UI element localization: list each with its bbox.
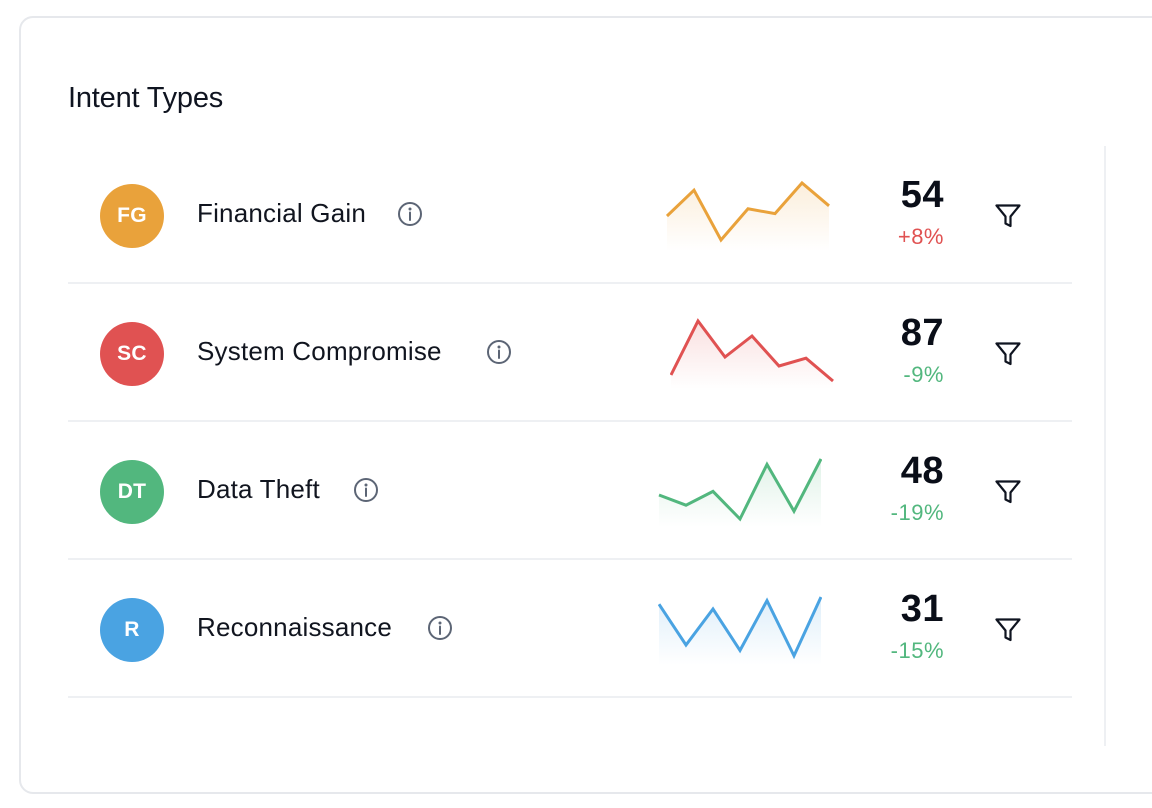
filter-icon[interactable] bbox=[992, 614, 1024, 646]
list-item-data-theft[interactable]: DT Data Theft 48 -19% bbox=[68, 422, 1072, 560]
trend-change: -19% bbox=[890, 500, 944, 525]
list-item-financial-gain[interactable]: FG Financial Gain 54 +8% bbox=[68, 146, 1072, 284]
sparkline-chart bbox=[666, 180, 830, 251]
info-circle-icon[interactable] bbox=[397, 201, 423, 227]
intent-label: System Compromise bbox=[197, 336, 442, 366]
trend-change: -15% bbox=[890, 638, 944, 663]
list-item-system-compromise[interactable]: SC System Compromise 87 -9% bbox=[68, 284, 1072, 422]
divider-vertical bbox=[1104, 146, 1106, 746]
info-circle-icon[interactable] bbox=[427, 615, 453, 641]
info-circle-icon[interactable] bbox=[353, 477, 379, 503]
sparkline-area bbox=[659, 597, 821, 665]
avatar: FG bbox=[100, 184, 164, 248]
intent-count: 87 bbox=[900, 312, 944, 354]
avatar: SC bbox=[100, 322, 164, 386]
filter-icon[interactable] bbox=[992, 200, 1024, 232]
intent-count: 54 bbox=[900, 174, 944, 216]
filter-icon[interactable] bbox=[992, 338, 1024, 370]
sparkline-chart bbox=[658, 596, 822, 665]
intent-label: Data Theft bbox=[197, 474, 320, 504]
sparkline-area bbox=[671, 321, 833, 389]
avatar: DT bbox=[100, 460, 164, 524]
intent-count: 31 bbox=[900, 588, 944, 630]
trend-change: -9% bbox=[903, 362, 944, 387]
intent-label: Financial Gain bbox=[197, 198, 366, 228]
info-circle-icon[interactable] bbox=[486, 339, 512, 365]
card-title: Intent Types bbox=[68, 82, 224, 114]
intent-count: 48 bbox=[900, 450, 944, 492]
filter-icon[interactable] bbox=[992, 476, 1024, 508]
trend-change: +8% bbox=[897, 224, 944, 249]
sparkline-chart bbox=[658, 458, 822, 527]
avatar: R bbox=[100, 598, 164, 662]
sparkline-chart bbox=[670, 318, 834, 389]
intent-label: Reconnaissance bbox=[197, 612, 393, 642]
list-item-reconnaissance[interactable]: R Reconnaissance 31 -15% bbox=[68, 560, 1072, 698]
